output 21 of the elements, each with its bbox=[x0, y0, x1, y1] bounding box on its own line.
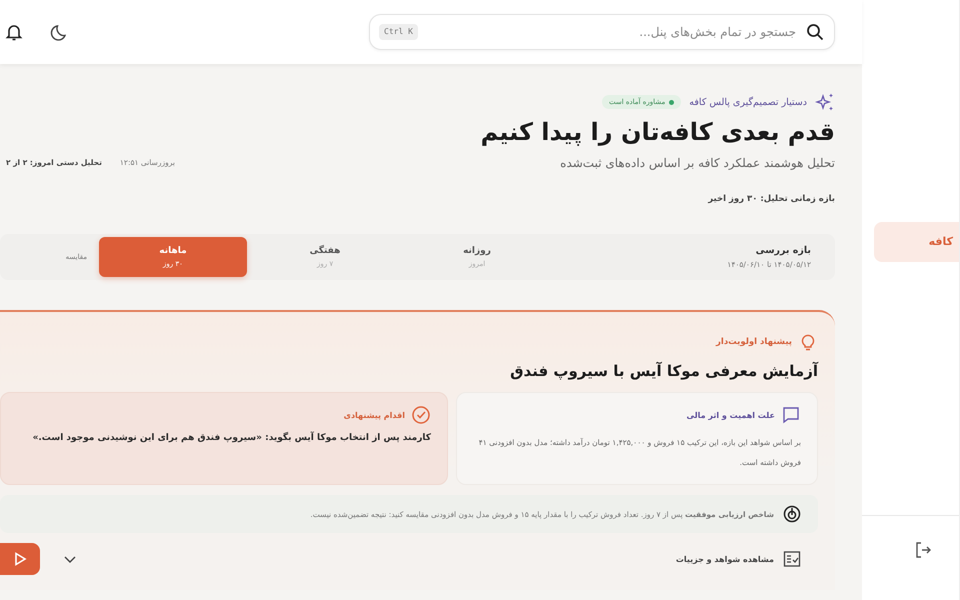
sparkle-icon bbox=[815, 92, 835, 112]
run-button[interactable] bbox=[0, 543, 40, 575]
target-icon bbox=[782, 504, 802, 524]
assistant-label: دستیار تصمیم‌گیری پالس کافه bbox=[689, 96, 807, 108]
bell-icon[interactable] bbox=[4, 22, 24, 42]
speech-bubble-icon bbox=[781, 405, 801, 425]
page-title: قدم بعدی کافه‌تان را پیدا کنیم bbox=[480, 118, 835, 146]
play-icon bbox=[12, 551, 28, 567]
action-title: اقدام پیشنهادی bbox=[344, 410, 405, 420]
action-text: کارمند پس از انتخاب موکا آیس بگوید: «سیروپ فندق هم برای این نوشیدنی موجود است.» bbox=[32, 433, 431, 443]
search-icon bbox=[805, 22, 825, 42]
priority-label: پیشنهاد اولویت‌دار bbox=[716, 337, 792, 347]
details-link[interactable]: مشاهده شواهد و جزییات bbox=[676, 549, 802, 569]
page-subtitle: تحلیل هوشمند عملکرد کافه بر اساس داده‌های ثبت‌شده bbox=[560, 156, 835, 170]
checklist-icon bbox=[782, 549, 802, 569]
analysis-range: بازه زمانی تحلیل: ۳۰ روز اخیر bbox=[708, 194, 835, 204]
reason-title: علت اهمیت و اثر مالی bbox=[686, 410, 775, 420]
period-label: بازه بررسی bbox=[754, 245, 811, 256]
recommendation-title: آزمایش معرفی موکا آیس با سیروپ فندق bbox=[509, 362, 818, 380]
check-circle-icon bbox=[411, 405, 431, 425]
shortcut-hint: Ctrl K bbox=[379, 24, 418, 40]
